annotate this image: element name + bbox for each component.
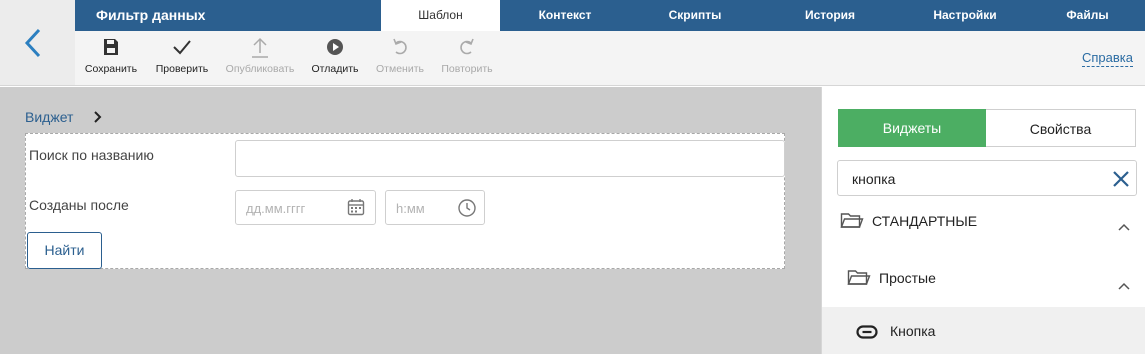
top-bar: Фильтр данных Шаблон Контекст Скрипты Ис… (75, 0, 1145, 31)
chevron-right-icon (94, 111, 102, 123)
redo-button[interactable]: Повторить (439, 37, 495, 75)
publish-button[interactable]: Опубликовать (223, 37, 297, 75)
play-icon (309, 37, 361, 59)
help-link[interactable]: Справка (1082, 50, 1133, 67)
tab-settings[interactable]: Настройки (900, 0, 1030, 31)
widgets-panel: Виджеты Свойства кнопка СТАНДАРТНЫЕ Прос… (821, 87, 1145, 354)
save-icon (83, 37, 139, 59)
chevron-up-icon[interactable] (1118, 223, 1130, 231)
search-input[interactable] (235, 140, 785, 177)
tab-widgets[interactable]: Виджеты (838, 109, 986, 147)
created-after-label: Созданы после (29, 197, 129, 213)
toolbar: Сохранить Проверить Опубликовать Отладит… (75, 31, 1145, 86)
folder-icon (847, 270, 871, 285)
check-icon (153, 37, 211, 59)
redo-icon (439, 37, 495, 59)
redo-label: Повторить (441, 63, 493, 75)
folder-icon (840, 213, 864, 228)
publish-label: Опубликовать (225, 63, 295, 75)
tab-files[interactable]: Файлы (1030, 0, 1145, 31)
save-label: Сохранить (84, 63, 138, 75)
publish-icon (223, 37, 297, 59)
group-simple-label: Простые (879, 270, 936, 286)
filter-widget[interactable]: Поиск по названию Созданы после дд.мм.гг… (25, 133, 785, 269)
group-standard-label: СТАНДАРТНЫЕ (872, 213, 978, 229)
tab-context[interactable]: Контекст (500, 0, 630, 31)
search-label: Поиск по названию (29, 147, 154, 163)
tab-history[interactable]: История (760, 0, 900, 31)
widget-search-value: кнопка (852, 171, 896, 187)
time-input[interactable]: h:мм (385, 190, 485, 225)
undo-icon (373, 37, 427, 59)
widget-item-button[interactable]: Кнопка (822, 307, 1145, 354)
check-button[interactable]: Проверить (153, 37, 211, 75)
save-button[interactable]: Сохранить (83, 37, 139, 75)
debug-button[interactable]: Отладить (309, 37, 361, 75)
tab-scripts[interactable]: Скрипты (630, 0, 760, 31)
time-placeholder: h:мм (396, 201, 425, 216)
calendar-icon[interactable] (347, 198, 365, 216)
debug-label: Отладить (311, 63, 359, 75)
date-placeholder: дд.мм.гггг (246, 201, 306, 216)
chevron-up-icon[interactable] (1118, 282, 1130, 290)
undo-label: Отменить (376, 63, 424, 75)
tab-properties[interactable]: Свойства (986, 109, 1136, 147)
date-input[interactable]: дд.мм.гггг (235, 190, 376, 225)
group-simple[interactable]: Простые (847, 268, 1140, 290)
button-widget-icon (856, 325, 878, 339)
back-button[interactable] (0, 0, 75, 86)
back-arrow-icon (24, 28, 41, 58)
group-standard[interactable]: СТАНДАРТНЫЕ (840, 211, 1140, 233)
tab-template[interactable]: Шаблон (381, 0, 500, 31)
widget-search-input[interactable]: кнопка (837, 160, 1137, 196)
find-button[interactable]: Найти (27, 232, 102, 269)
undo-button[interactable]: Отменить (373, 37, 427, 75)
clock-icon[interactable] (457, 198, 477, 218)
app-title: Фильтр данных (96, 7, 206, 23)
designer-canvas: Виджет Поиск по названию Созданы после д… (0, 87, 821, 354)
check-label: Проверить (155, 63, 209, 75)
clear-icon[interactable] (1111, 169, 1131, 189)
widget-item-label: Кнопка (890, 323, 936, 339)
breadcrumb[interactable]: Виджет (25, 109, 73, 125)
